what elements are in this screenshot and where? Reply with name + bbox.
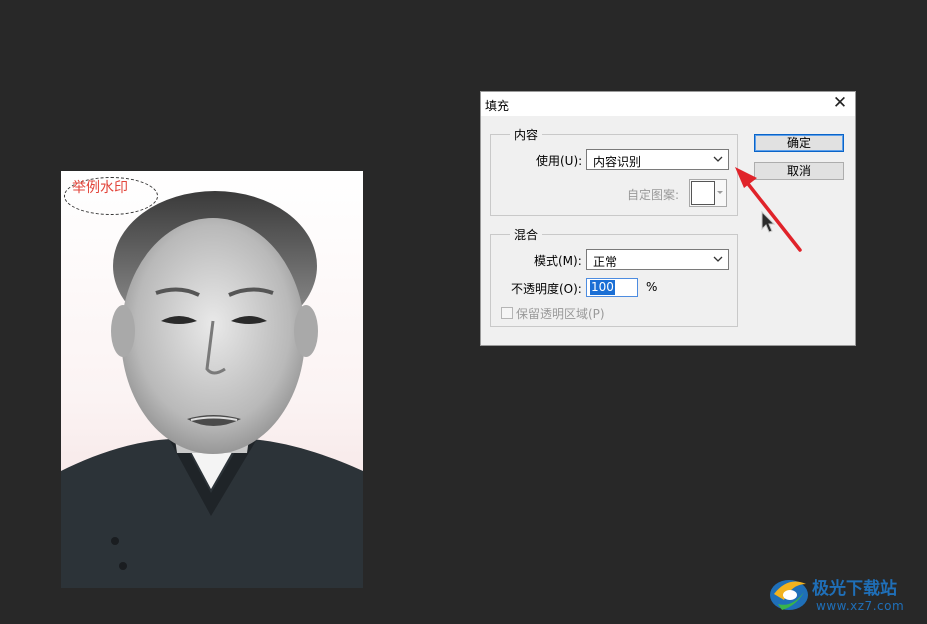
red-arrow-icon (735, 167, 802, 252)
annotation-overlay (735, 167, 802, 252)
brand-logo: 极光下载站 www.xz7.com (764, 568, 924, 620)
aurora-logo-icon (770, 580, 808, 610)
brand-name: 极光下载站 (812, 579, 897, 599)
brand-url: www.xz7.com (816, 599, 905, 613)
